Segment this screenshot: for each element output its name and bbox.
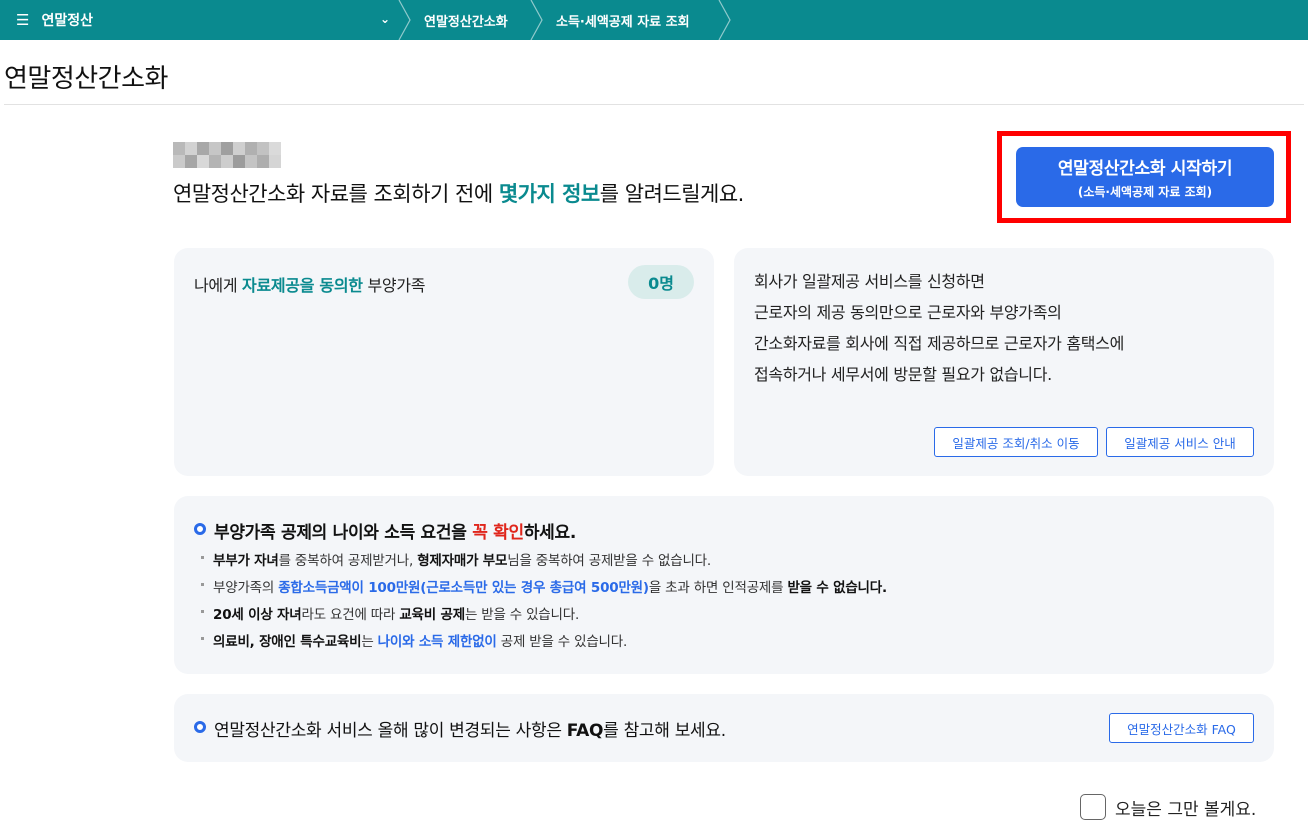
notice-title-post: 하세요. — [523, 523, 577, 543]
notice-segment: 부부가 자녀 — [213, 553, 279, 569]
menu-title: 연말정산 — [41, 13, 93, 29]
notice-segment: 종합소득금액이 100만원(근로소득만 있는 경우 총급여 500만원) — [278, 580, 649, 596]
dependents-label-prefix: 나에게 — [194, 276, 243, 295]
start-button-sublabel: (소득·세액공제 자료 조회) — [1077, 185, 1213, 199]
bulk-service-description: 회사가 일괄제공 서비스를 신청하면 근로자의 제공 동의만으로 근로자와 부양… — [754, 266, 1124, 390]
notice-title-pre: 부양가족 공제의 나이와 소득 요건을 — [214, 523, 473, 543]
faq-card: 연말정산간소화 서비스 올해 많이 변경되는 사항은 FAQ를 참고해 보세요.… — [174, 694, 1274, 762]
dismiss-today-checkbox[interactable] — [1080, 794, 1106, 820]
dismiss-today-label[interactable]: 오늘은 그만 볼게요. — [1115, 795, 1256, 820]
start-simplified-service-button[interactable]: 연말정산간소화 시작하기 (소득·세액공제 자료 조회) — [1016, 147, 1274, 207]
notice-item: 20세 이상 자녀라도 요건에 따라 교육비 공제는 받을 수 있습니다. — [200, 602, 887, 629]
intro-highlight: 몇가지 정보 — [498, 182, 600, 206]
dependents-count-badge: 0명 — [628, 265, 694, 299]
chevron-down-icon[interactable]: ⌄ — [380, 12, 390, 26]
notice-segment: 는 받을 수 있습니다. — [464, 607, 580, 623]
notice-title: 부양가족 공제의 나이와 소득 요건을 꼭 확인하세요. — [214, 518, 576, 543]
page-title: 연말정산간소화 — [4, 64, 168, 94]
notice-segment: 라도 요건에 따라 — [301, 607, 400, 623]
notice-segment: 의료비, 장애인 특수교육비 — [213, 634, 362, 650]
notice-segment: 공제 받을 수 있습니다. — [496, 634, 628, 650]
notice-segment: 부양가족의 — [213, 580, 279, 596]
title-divider — [4, 104, 1304, 105]
notice-segment: 교육비 공제 — [399, 607, 465, 623]
circle-bullet-icon — [194, 721, 206, 733]
notice-segment: 나이와 소득 제한없이 — [377, 634, 497, 650]
notice-item: 부부가 자녀를 중복하여 공제받거나, 형제자매가 부모님을 중복하여 공제받을… — [200, 548, 887, 575]
notice-segment: 20세 이상 자녀 — [213, 607, 302, 623]
notice-segment: 는 — [361, 634, 378, 650]
description-line: 근로자의 제공 동의만으로 근로자와 부양가족의 — [754, 303, 1062, 322]
dismiss-today-option[interactable]: 오늘은 그만 볼게요. — [1080, 794, 1256, 820]
main-menu-toggle[interactable]: ☰ 연말정산 ⌄ — [0, 0, 400, 40]
description-line: 회사가 일괄제공 서비스를 신청하면 — [754, 272, 985, 291]
top-navigation-bar: ☰ 연말정산 ⌄ 연말정산간소화 소득·세액공제 자료 조회 — [0, 0, 1308, 40]
consenting-dependents-card: 나에게 자료제공을 동의한 부양가족 0명 — [174, 248, 714, 476]
intro-text: 연말정산간소화 자료를 조회하기 전에 — [173, 182, 499, 206]
redacted-user-name — [173, 142, 281, 168]
description-line: 접속하거나 세무서에 방문할 필요가 없습니다. — [754, 365, 1052, 384]
breadcrumb-item-deduction-lookup[interactable]: 소득·세액공제 자료 조회 — [532, 0, 722, 40]
faq-text-pre: 연말정산간소화 서비스 올해 많이 변경되는 사항은 — [214, 721, 567, 741]
faq-button[interactable]: 연말정산간소화 FAQ — [1109, 713, 1254, 743]
breadcrumb-item-simplified[interactable]: 연말정산간소화 — [400, 0, 532, 40]
bulk-query-cancel-button[interactable]: 일괄제공 조회/취소 이동 — [934, 427, 1098, 457]
notice-item: 부양가족의 종합소득금액이 100만원(근로소득만 있는 경우 총급여 500만… — [200, 575, 887, 602]
intro-message: 연말정산간소화 자료를 조회하기 전에 몇가지 정보를 알려드릴게요. — [173, 178, 744, 208]
faq-text-post: 를 참고해 보세요. — [603, 721, 726, 741]
dependents-label-highlight: 자료제공을 동의한 — [242, 276, 363, 295]
notice-title-emphasis: 꼭 확인 — [472, 523, 524, 543]
notice-segment: 형제자매가 부모 — [417, 553, 508, 569]
breadcrumb-separator-icon — [718, 0, 731, 40]
notice-list: 부부가 자녀를 중복하여 공제받거나, 형제자매가 부모님을 중복하여 공제받을… — [200, 548, 887, 656]
dependents-label: 나에게 자료제공을 동의한 부양가족 — [194, 272, 425, 296]
breadcrumb-label: 연말정산간소화 — [424, 14, 508, 30]
bulk-service-card: 회사가 일괄제공 서비스를 신청하면 근로자의 제공 동의만으로 근로자와 부양… — [734, 248, 1274, 476]
dependent-requirements-notice: 부양가족 공제의 나이와 소득 요건을 꼭 확인하세요. 부부가 자녀를 중복하… — [174, 496, 1274, 674]
intro-text-end: 를 알려드릴게요. — [599, 182, 745, 206]
dependents-label-suffix: 부양가족 — [362, 276, 426, 295]
notice-segment: 님을 중복하여 공제받을 수 없습니다. — [507, 553, 711, 569]
breadcrumb-label: 소득·세액공제 자료 조회 — [556, 14, 690, 30]
notice-segment: 를 중복하여 공제받거나, — [278, 553, 418, 569]
notice-item: 의료비, 장애인 특수교육비는 나이와 소득 제한없이 공제 받을 수 있습니다… — [200, 629, 887, 656]
circle-bullet-icon — [194, 523, 206, 535]
bulk-service-guide-button[interactable]: 일괄제공 서비스 안내 — [1106, 427, 1254, 457]
hamburger-icon[interactable]: ☰ — [16, 12, 29, 28]
notice-segment: 을 초과 하면 인적공제를 — [648, 580, 788, 596]
description-line: 간소화자료를 회사에 직접 제공하므로 근로자가 홈택스에 — [754, 334, 1125, 353]
notice-segment: 받을 수 없습니다. — [787, 580, 887, 596]
start-button-label: 연말정산간소화 시작하기 — [1057, 159, 1233, 179]
faq-message: 연말정산간소화 서비스 올해 많이 변경되는 사항은 FAQ를 참고해 보세요. — [214, 716, 726, 741]
faq-text-bold: FAQ — [566, 721, 604, 741]
